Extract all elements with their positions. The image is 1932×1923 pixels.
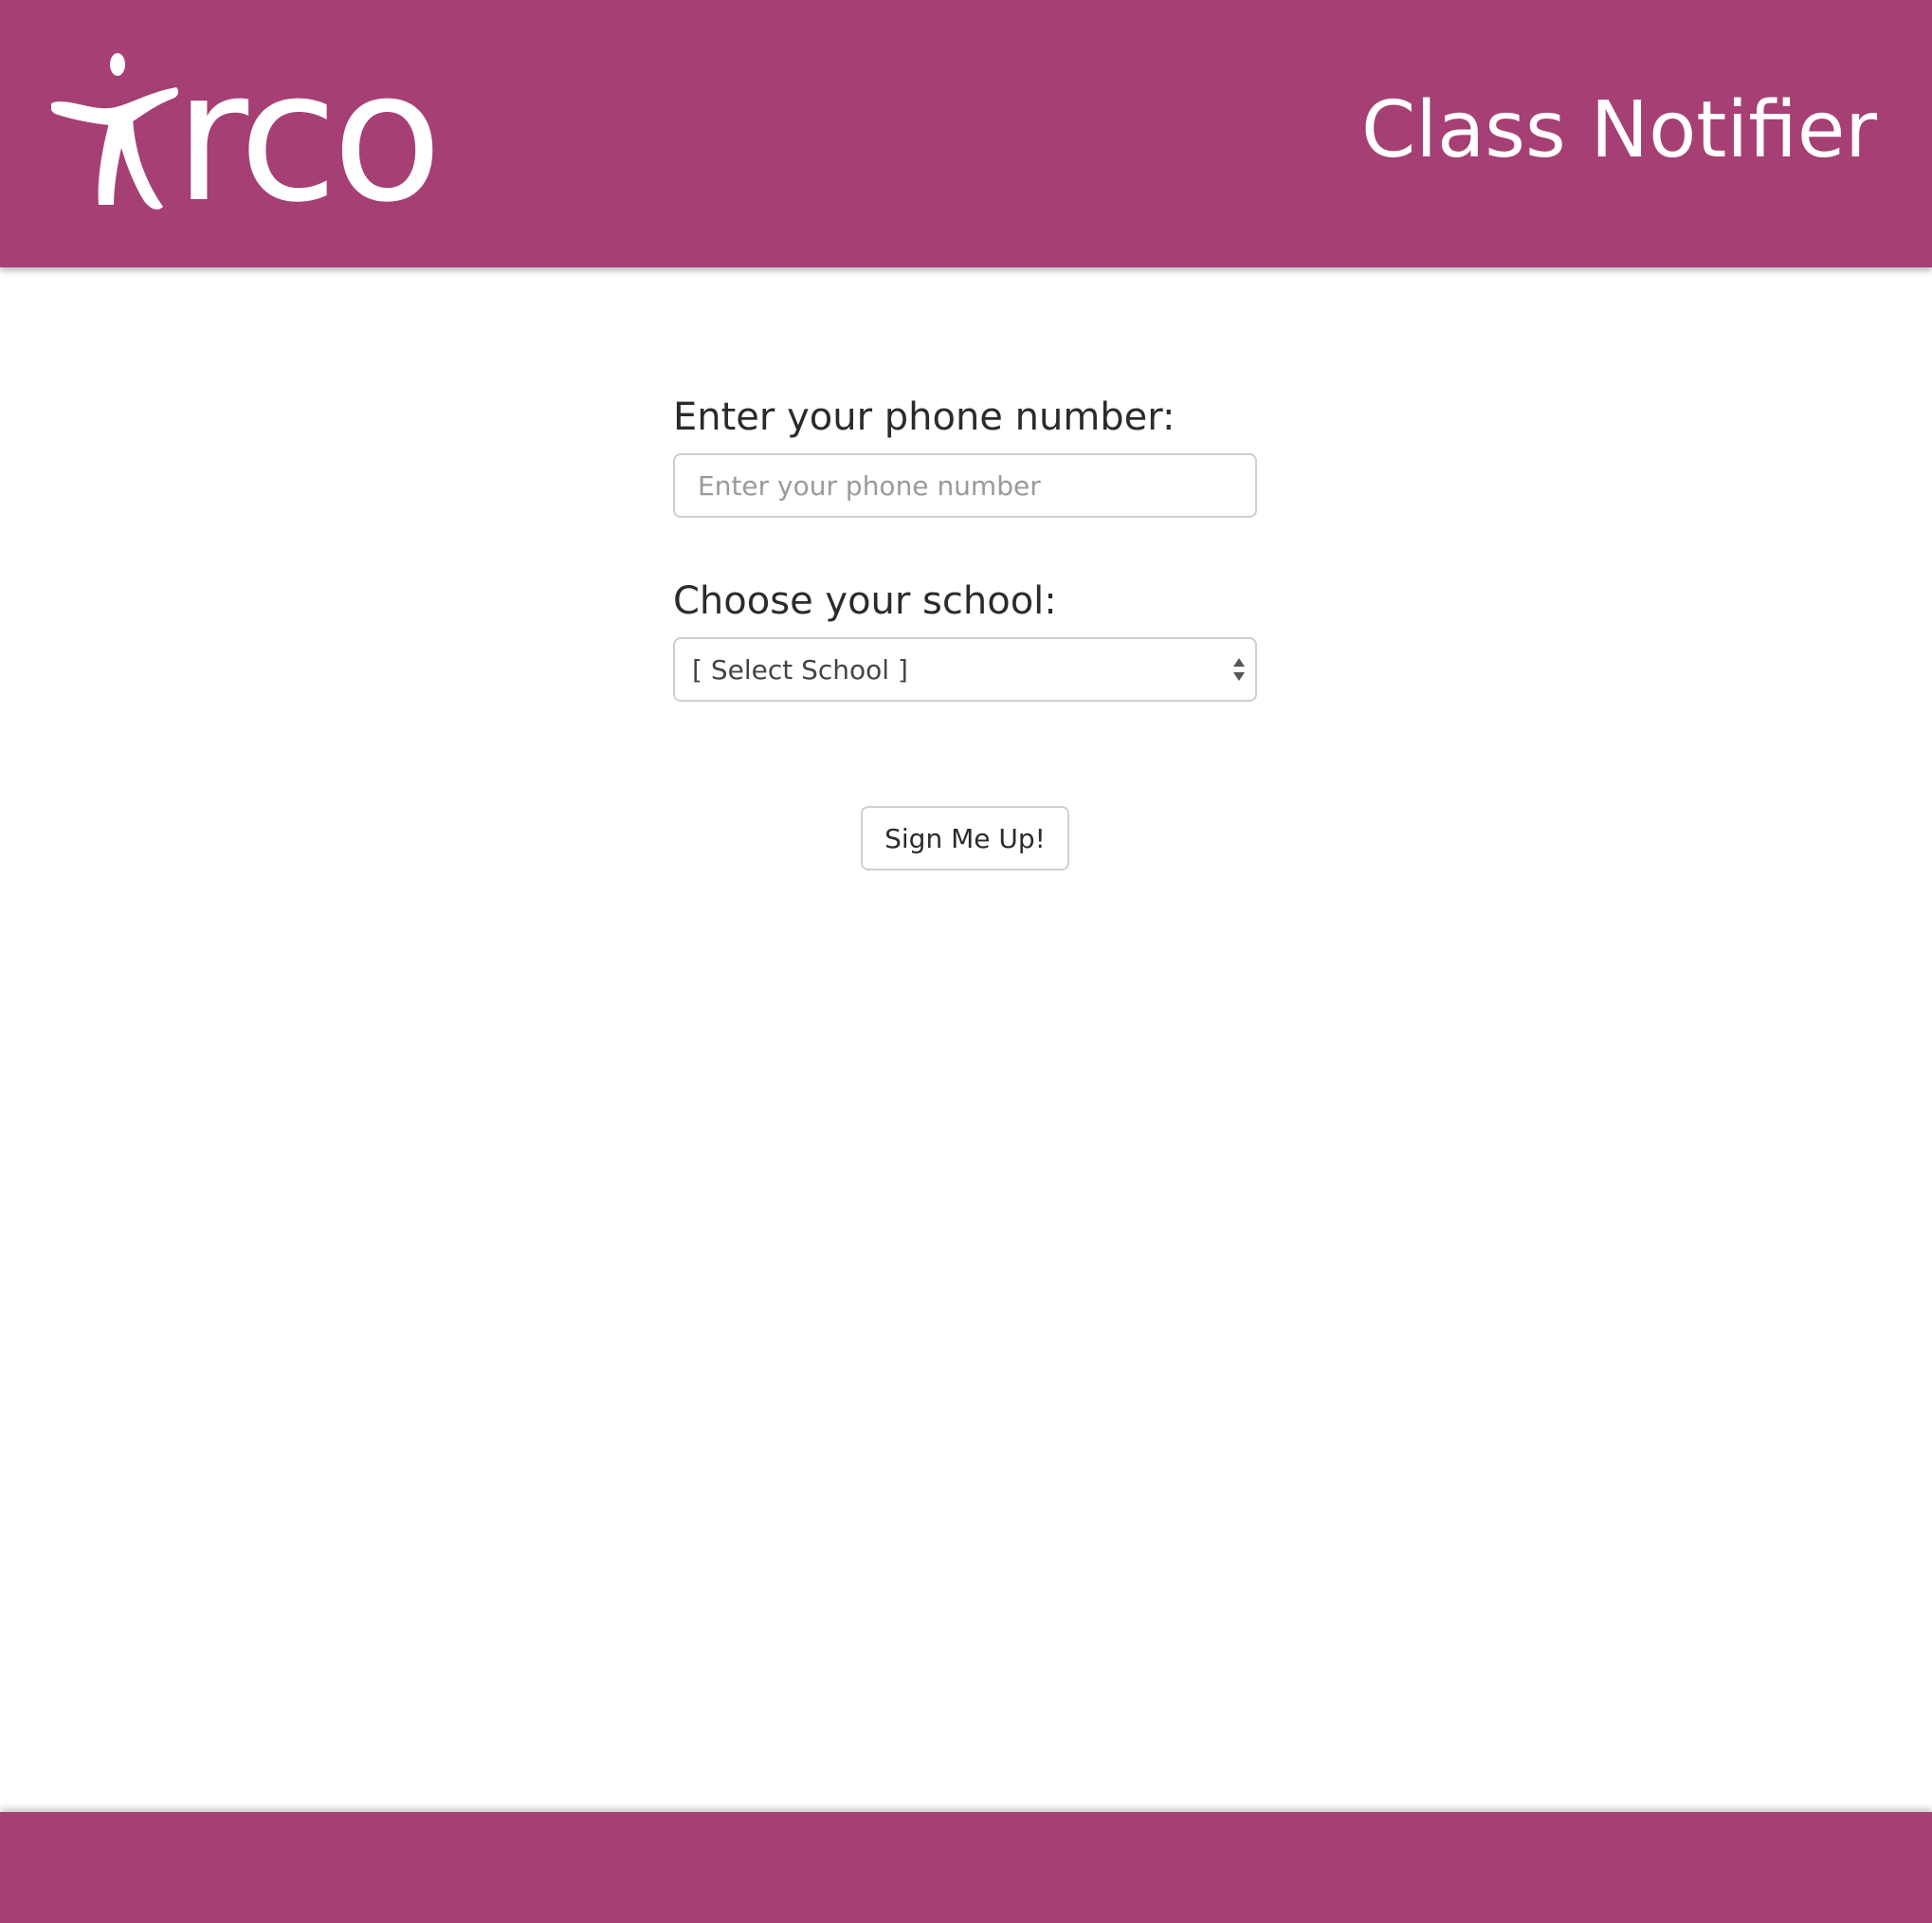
- footer-bar: [0, 1812, 1932, 1923]
- up-down-arrows-icon: [1233, 658, 1245, 681]
- page: rco Class Notifier Enter your phone numb…: [0, 0, 1932, 1923]
- app-title: Class Notifier: [1360, 85, 1877, 175]
- logo: rco: [51, 32, 468, 242]
- phone-label: Enter your phone number:: [673, 395, 1176, 439]
- logo-text: rco: [174, 32, 443, 242]
- person-icon: [51, 53, 179, 210]
- phone-input[interactable]: [673, 453, 1257, 518]
- school-label: Choose your school:: [673, 579, 1057, 623]
- header-bar: rco Class Notifier: [0, 0, 1932, 267]
- school-select-value: [ Select School ]: [692, 653, 908, 686]
- school-select[interactable]: [ Select School ]: [673, 637, 1257, 702]
- sign-me-up-button[interactable]: Sign Me Up!: [861, 806, 1069, 870]
- school-field: Choose your school: [ Select School ]: [673, 575, 1257, 702]
- submit-row: Sign Me Up!: [861, 806, 1069, 870]
- signup-form: Enter your phone number: Choose your sch…: [673, 391, 1257, 702]
